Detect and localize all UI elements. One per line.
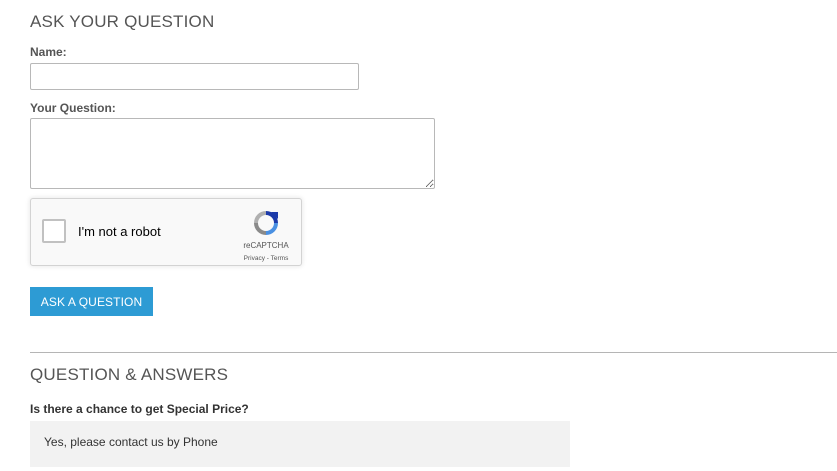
recaptcha-links: Privacy - Terms [231,255,301,262]
recaptcha-widget: I'm not a robot reCAPTCHA Privacy - Term… [30,198,302,266]
qa-heading: QUESTION & ANSWERS [30,365,229,384]
qa-question: Is there a chance to get Special Price? [30,402,249,416]
section-divider [30,352,837,353]
qa-answer: Yes, please contact us by Phone [44,435,218,449]
name-label: Name: [30,45,67,59]
ask-question-heading: ASK YOUR QUESTION [30,12,215,31]
qa-answer-box: Yes, please contact us by Phone [30,421,570,467]
question-textarea[interactable] [30,118,435,189]
ask-question-button[interactable]: ASK A QUESTION [30,287,153,316]
terms-link[interactable]: Terms [271,255,289,262]
privacy-link[interactable]: Privacy [244,255,265,262]
recaptcha-logo-icon [254,211,278,235]
recaptcha-brand-label: reCAPTCHA [243,241,289,250]
question-label: Your Question: [30,101,116,115]
recaptcha-checkbox-label: I'm not a robot [78,224,161,239]
recaptcha-checkbox[interactable] [42,219,66,243]
name-input[interactable] [30,63,359,90]
